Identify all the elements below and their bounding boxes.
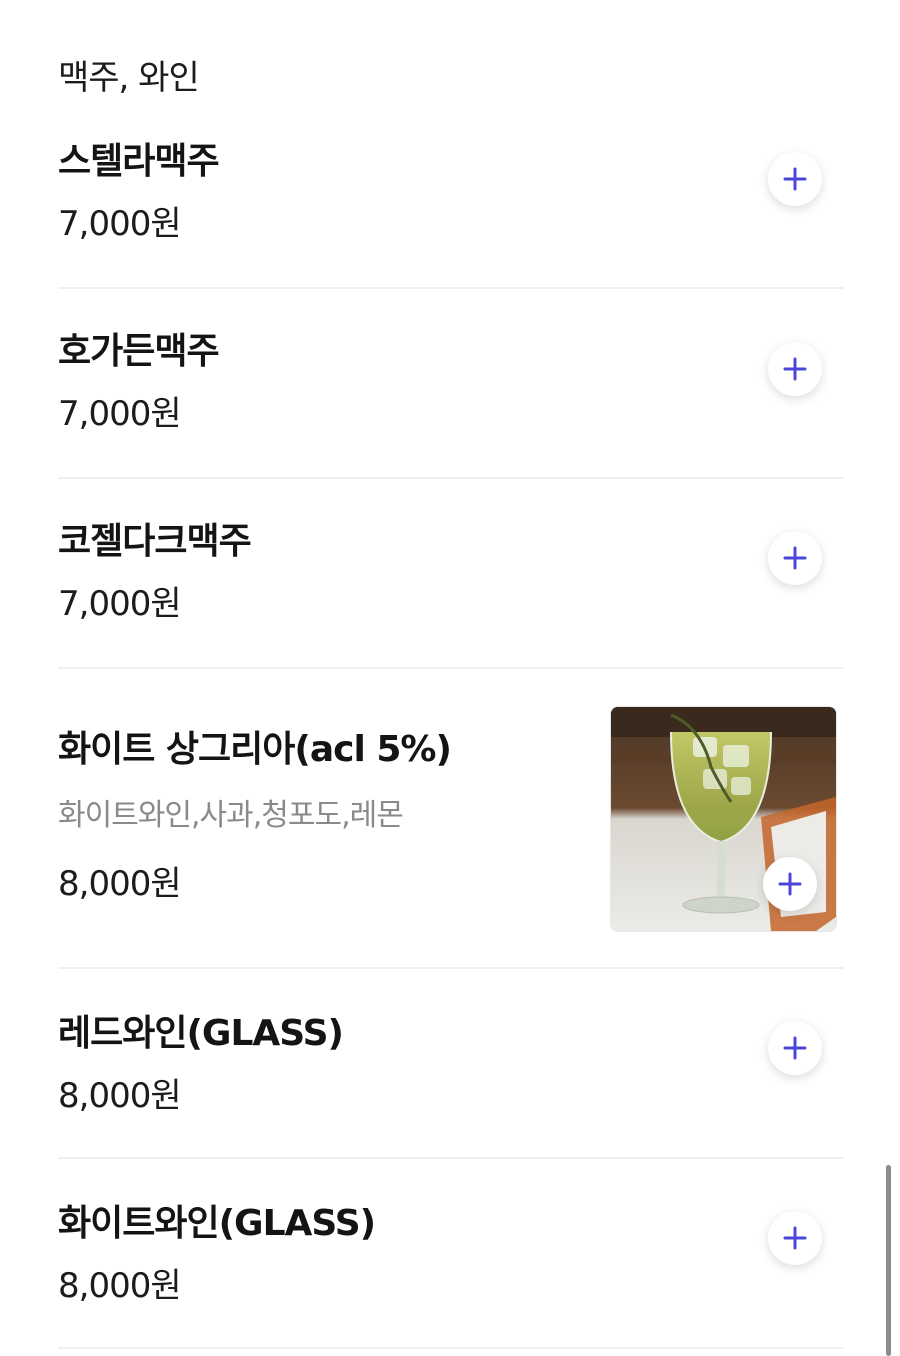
item-name: 코젤다크맥주 bbox=[58, 521, 252, 562]
menu-item[interactable]: 레드와인(GLASS) 8,000원 bbox=[58, 1012, 844, 1118]
plus-icon bbox=[783, 1036, 807, 1060]
add-to-cart-button[interactable] bbox=[768, 1211, 822, 1265]
item-price: 8,000원 bbox=[58, 864, 182, 904]
divider bbox=[58, 1157, 844, 1159]
item-price: 7,000원 bbox=[58, 394, 182, 434]
menu-item[interactable]: 화이트 상그리아(acl 5%) 화이트와인,사과,청포도,레몬 8,000원 bbox=[58, 728, 578, 906]
divider bbox=[58, 477, 844, 479]
add-to-cart-button[interactable] bbox=[768, 1021, 822, 1075]
item-price: 7,000원 bbox=[58, 204, 182, 244]
menu-item[interactable]: 스텔라맥주 7,000원 bbox=[58, 140, 844, 246]
divider bbox=[58, 287, 844, 289]
scrollbar[interactable] bbox=[886, 1165, 891, 1356]
item-name: 호가든맥주 bbox=[58, 331, 220, 372]
item-price: 7,000원 bbox=[58, 584, 182, 624]
menu-item[interactable]: 코젤다크맥주 7,000원 bbox=[58, 520, 844, 626]
item-name: 화이트와인(GLASS) bbox=[58, 1203, 376, 1244]
item-price: 8,000원 bbox=[58, 1076, 182, 1116]
divider bbox=[58, 667, 844, 669]
plus-icon bbox=[778, 872, 802, 896]
item-price: 8,000원 bbox=[58, 1266, 182, 1306]
plus-icon bbox=[783, 546, 807, 570]
plus-icon bbox=[783, 357, 807, 381]
add-to-cart-button[interactable] bbox=[763, 857, 817, 911]
menu-item[interactable]: 화이트와인(GLASS) 8,000원 bbox=[58, 1202, 844, 1308]
item-name: 레드와인(GLASS) bbox=[58, 1013, 344, 1054]
plus-icon bbox=[783, 167, 807, 191]
item-description: 화이트와인,사과,청포도,레몬 bbox=[58, 798, 404, 833]
divider bbox=[58, 1347, 844, 1349]
item-name: 화이트 상그리아(acl 5%) bbox=[58, 729, 452, 770]
add-to-cart-button[interactable] bbox=[768, 152, 822, 206]
menu-page: 맥주, 와인 스텔라맥주 7,000원 호가든맥주 7,000원 코젤다크맥주 … bbox=[0, 0, 900, 1356]
divider bbox=[58, 967, 844, 969]
item-name: 스텔라맥주 bbox=[58, 141, 220, 182]
add-to-cart-button[interactable] bbox=[768, 531, 822, 585]
plus-icon bbox=[783, 1226, 807, 1250]
add-to-cart-button[interactable] bbox=[768, 342, 822, 396]
category-title: 맥주, 와인 bbox=[58, 58, 200, 98]
menu-item[interactable]: 호가든맥주 7,000원 bbox=[58, 330, 844, 436]
item-photo[interactable] bbox=[610, 706, 837, 932]
